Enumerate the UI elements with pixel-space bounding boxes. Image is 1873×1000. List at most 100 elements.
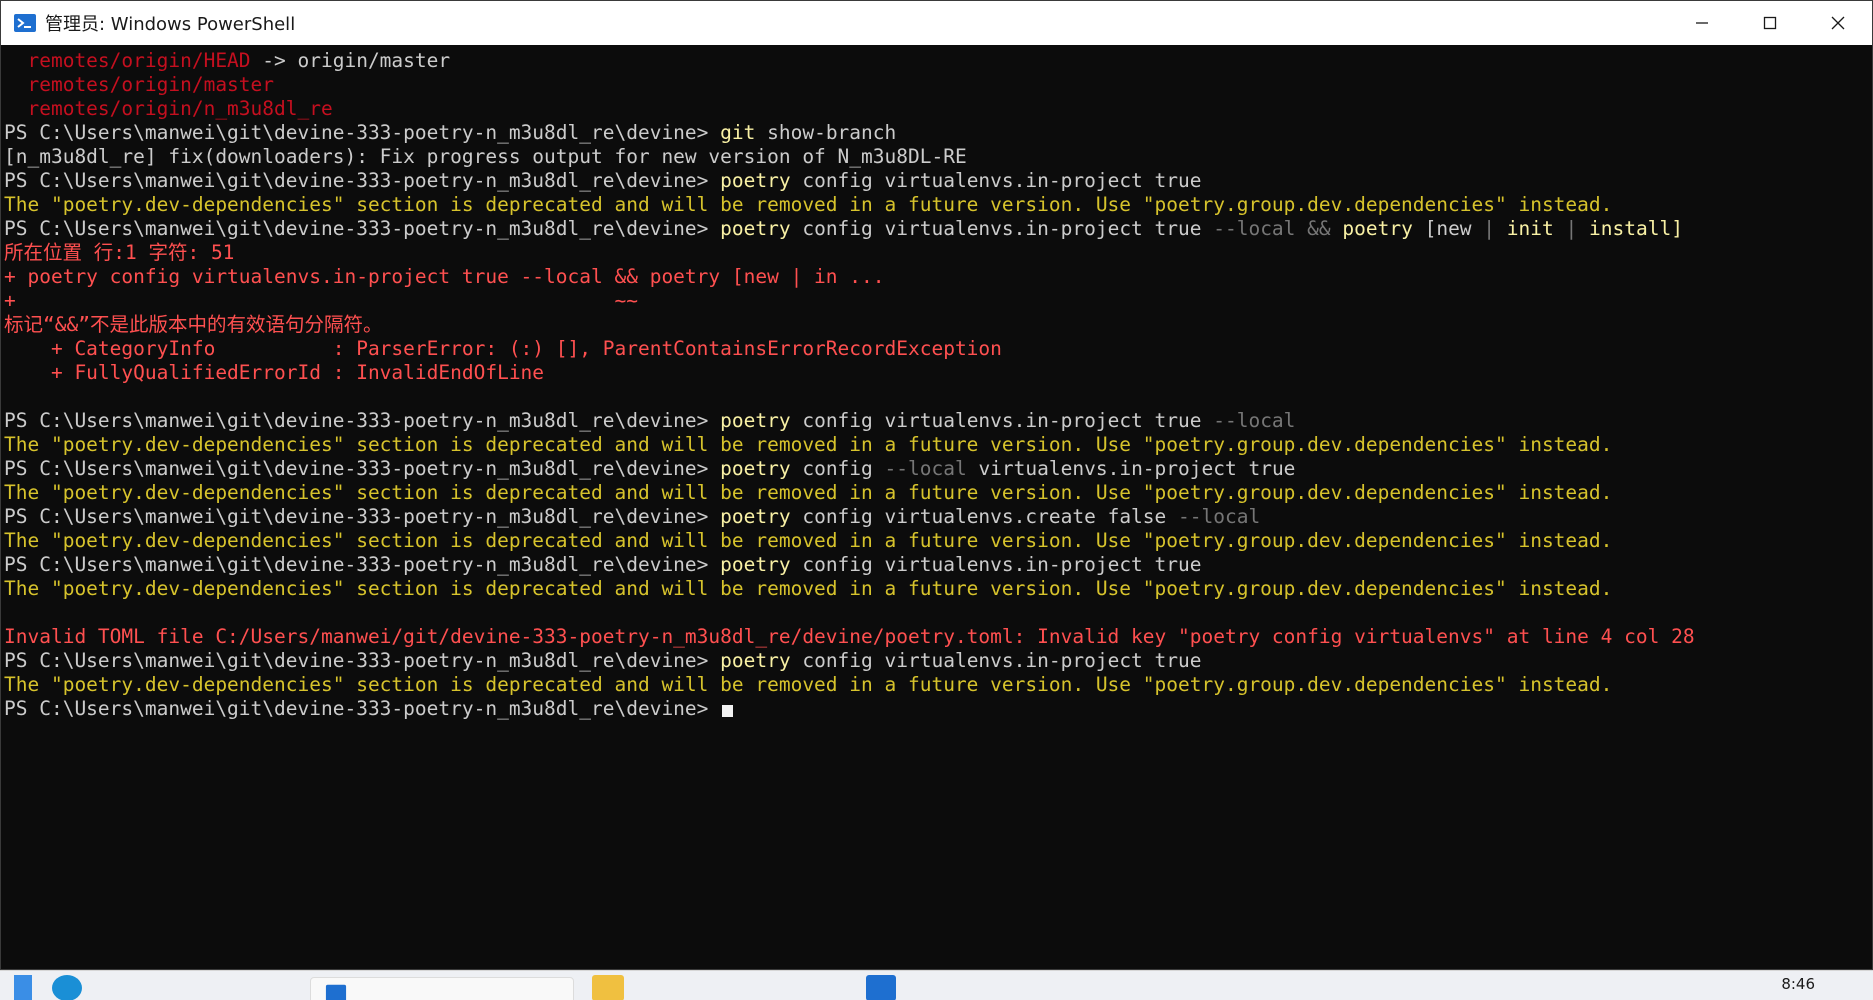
console-text-segment: |: [1483, 217, 1496, 240]
console-text-segment: poetry: [720, 649, 791, 672]
console-text-segment: [new: [1412, 217, 1484, 240]
console-text-segment: --local: [1178, 505, 1261, 528]
close-button[interactable]: [1804, 1, 1872, 45]
console-text-segment: [4, 601, 16, 624]
console-text-segment: + CategoryInfo : ParserError: (:) [], Pa…: [4, 337, 1002, 360]
title-bar[interactable]: 管理员: Windows PowerShell: [1, 1, 1872, 45]
powershell-taskbar-icon: [325, 984, 347, 1000]
console-line: PS C:\Users\manwei\git\devine-333-poetry…: [4, 121, 1872, 145]
console-text-segment: [n_m3u8dl_re] fix(downloaders): Fix prog…: [4, 145, 967, 168]
console-text-segment: poetry: [720, 217, 791, 240]
taskbar-item-powershell[interactable]: [310, 977, 574, 1000]
console-text-segment: |: [1565, 217, 1578, 240]
console-text-segment: -> origin/master: [250, 49, 451, 72]
console-line: 标记“&&”不是此版本中的有效语句分隔符。: [4, 313, 1872, 337]
console-line: PS C:\Users\manwei\git\devine-333-poetry…: [4, 697, 1872, 721]
console-text-segment: PS C:\Users\manwei\git\devine-333-poetry…: [4, 217, 721, 240]
console-text-segment: poetry: [720, 457, 791, 480]
console-text-segment: [1495, 217, 1507, 240]
window-title: 管理员: Windows PowerShell: [45, 14, 296, 35]
console-text-segment: remotes/origin/HEAD: [4, 49, 251, 72]
console-text-segment: The "poetry.dev-dependencies" section is…: [4, 433, 1613, 456]
console-text-segment: --local: [1213, 409, 1296, 432]
console-text-segment: config virtualenvs.in-project true: [790, 553, 1202, 576]
powershell-icon: [14, 14, 36, 32]
console-line: remotes/origin/n_m3u8dl_re: [4, 97, 1872, 121]
console-text-segment: install]: [1589, 217, 1683, 240]
console-line: [n_m3u8dl_re] fix(downloaders): Fix prog…: [4, 145, 1872, 169]
file-explorer-icon[interactable]: [592, 975, 624, 1000]
console-text-segment: git: [720, 121, 756, 144]
console-text-segment: PS C:\Users\manwei\git\devine-333-poetry…: [4, 553, 721, 576]
console-text-segment: remotes/origin/master: [4, 73, 275, 96]
console-text-segment: The "poetry.dev-dependencies" section is…: [4, 193, 1613, 216]
console-line: PS C:\Users\manwei\git\devine-333-poetry…: [4, 457, 1872, 481]
console-text-segment: remotes/origin/n_m3u8dl_re: [4, 97, 333, 120]
console-line: remotes/origin/master: [4, 73, 1872, 97]
console-text-segment: poetry: [720, 169, 791, 192]
console-text-segment: config virtualenvs.in-project true: [790, 409, 1214, 432]
console-line: [4, 385, 1872, 409]
close-icon: [1831, 16, 1845, 30]
console-text-segment: + poetry config virtualenvs.in-project t…: [4, 265, 885, 288]
console-line: The "poetry.dev-dependencies" section is…: [4, 481, 1872, 505]
window-controls: [1668, 1, 1872, 45]
console-text-segment: config virtualenvs.in-project true: [790, 649, 1202, 672]
taskbar-clock[interactable]: 8:46: [1781, 975, 1815, 993]
console-text-segment: poetry: [720, 505, 791, 528]
console-line: Invalid TOML file C:/Users/manwei/git/de…: [4, 625, 1872, 649]
console-text-segment: PS C:\Users\manwei\git\devine-333-poetry…: [4, 649, 721, 672]
start-icon[interactable]: [14, 975, 32, 1000]
console-line: remotes/origin/HEAD -> origin/master: [4, 49, 1872, 73]
console-text-segment: Invalid TOML file C:/Users/manwei/git/de…: [4, 625, 1695, 648]
minimize-icon: [1696, 22, 1708, 24]
console-line: The "poetry.dev-dependencies" section is…: [4, 193, 1872, 217]
console-text-segment: config virtualenvs.create false: [790, 505, 1179, 528]
console-text-segment: The "poetry.dev-dependencies" section is…: [4, 529, 1613, 552]
console-text-segment: poetry: [1342, 217, 1413, 240]
console-text-segment: --local: [1213, 217, 1296, 240]
powershell-window: 管理员: Windows PowerShell remotes/origin/H…: [0, 0, 1873, 970]
console-line: + CategoryInfo : ParserError: (:) [], Pa…: [4, 337, 1872, 361]
console-text-segment: poetry: [720, 553, 791, 576]
console-text-segment: config virtualenvs.in-project true: [790, 169, 1202, 192]
console-line: [4, 601, 1872, 625]
console-text-segment: PS C:\Users\manwei\git\devine-333-poetry…: [4, 505, 721, 528]
console-text-segment: + FullyQualifiedErrorId : InvalidEndOfLi…: [4, 361, 545, 384]
console-line: PS C:\Users\manwei\git\devine-333-poetry…: [4, 217, 1872, 241]
console-line: The "poetry.dev-dependencies" section is…: [4, 529, 1872, 553]
console-text-segment: 所在位置 行:1 字符: 51: [4, 241, 235, 264]
console-line: 所在位置 行:1 字符: 51: [4, 241, 1872, 265]
console-text-segment: [1577, 217, 1589, 240]
console-line: PS C:\Users\manwei\git\devine-333-poetry…: [4, 649, 1872, 673]
console-line: + poetry config virtualenvs.in-project t…: [4, 265, 1872, 289]
console-text-segment: [4, 385, 16, 408]
console-line: PS C:\Users\manwei\git\devine-333-poetry…: [4, 169, 1872, 193]
console-text-segment: [1554, 217, 1566, 240]
edge-icon[interactable]: [52, 975, 82, 1000]
calendar-icon[interactable]: [866, 975, 896, 1000]
console-line: + ~~: [4, 289, 1872, 313]
console-output[interactable]: remotes/origin/HEAD -> origin/master rem…: [1, 45, 1872, 969]
minimize-button[interactable]: [1668, 1, 1736, 45]
console-text-segment: PS C:\Users\manwei\git\devine-333-poetry…: [4, 169, 721, 192]
console-text-segment: PS C:\Users\manwei\git\devine-333-poetry…: [4, 409, 721, 432]
console-text-segment: PS C:\Users\manwei\git\devine-333-poetry…: [4, 697, 721, 720]
taskbar: 8:46: [0, 970, 1873, 1000]
console-line: The "poetry.dev-dependencies" section is…: [4, 673, 1872, 697]
maximize-icon: [1763, 16, 1777, 30]
console-text-segment: + ~~: [4, 289, 638, 312]
maximize-button[interactable]: [1736, 1, 1804, 45]
console-text-segment: PS C:\Users\manwei\git\devine-333-poetry…: [4, 121, 721, 144]
console-text-segment: &&: [1295, 217, 1343, 240]
console-text-segment: virtualenvs.in-project true: [966, 457, 1296, 480]
console-line: PS C:\Users\manwei\git\devine-333-poetry…: [4, 553, 1872, 577]
console-text-segment: show-branch: [755, 121, 897, 144]
text-cursor: [722, 705, 734, 717]
console-text-segment: The "poetry.dev-dependencies" section is…: [4, 673, 1613, 696]
console-text-segment: init: [1506, 217, 1554, 240]
console-text-segment: poetry: [720, 409, 791, 432]
console-text-segment: config: [790, 457, 885, 480]
console-line: PS C:\Users\manwei\git\devine-333-poetry…: [4, 409, 1872, 433]
console-text-segment: --local: [884, 457, 967, 480]
